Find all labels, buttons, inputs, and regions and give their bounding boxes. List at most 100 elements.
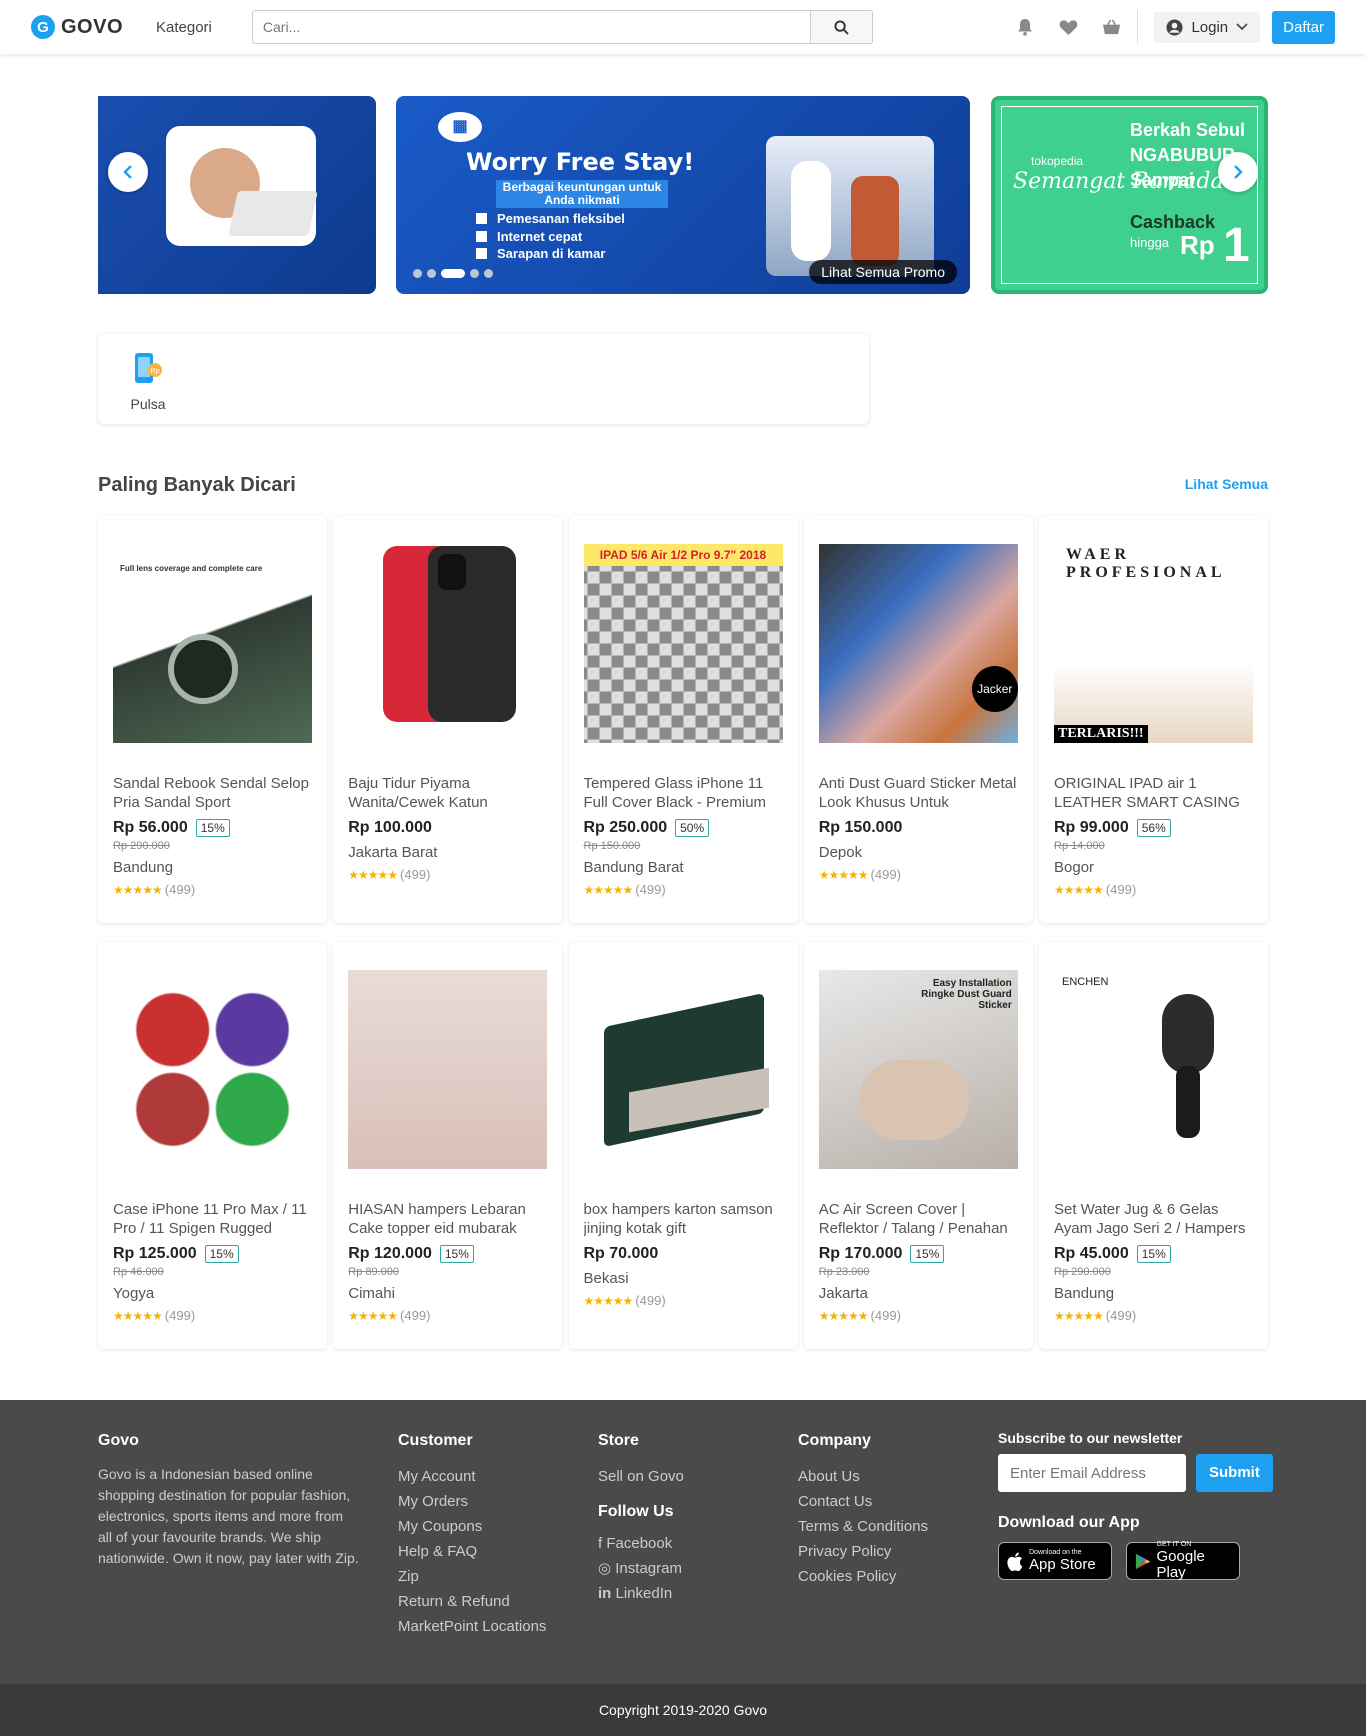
logo[interactable]: G GOVO [31,15,123,39]
product-image[interactable]: WAER PROFESIONAL TERLARIS!!! [1054,544,1253,743]
see-all-promo-button[interactable]: Lihat Semua Promo [809,260,957,284]
product-card[interactable]: HIASAN hampers Lebaran Cake topper eid m… [333,942,563,1349]
footer-link[interactable]: Sell on Govo [598,1464,684,1489]
basket-icon[interactable] [1101,17,1121,37]
carousel-next-button[interactable] [1218,152,1258,192]
linkedin-link[interactable]: in LinkedIn [598,1581,684,1606]
product-name[interactable]: Set Water Jug & 6 Gelas Ayam Jago Seri 2… [1054,1200,1253,1238]
category-pulsa[interactable]: Rp Pulsa [123,352,173,412]
banner-laptop-image [228,191,318,236]
rating-count: (499) [1105,1308,1137,1323]
google-play-button[interactable]: GET IT ON Google Play [1126,1541,1240,1581]
promo-banner-2[interactable]: ▦ Worry Free Stay! Berbagai keuntungan u… [396,96,970,294]
product-card[interactable]: Case iPhone 11 Pro Max / 11 Pro / 11 Spi… [98,942,327,1349]
bell-icon[interactable] [1015,17,1035,37]
product-name[interactable]: ORIGINAL IPAD air 1 LEATHER SMART CASING [1054,774,1253,812]
star-icon: ★★★★★ [113,882,163,897]
newsletter-email-input[interactable] [998,1454,1186,1492]
app-store-button[interactable]: Download on the App Store [998,1542,1112,1580]
rating-count: (499) [164,1308,196,1323]
old-price: Rp 290.000 [113,840,170,852]
instagram-link[interactable]: ◎ Instagram [598,1556,684,1581]
footer-link[interactable]: MarketPoint Locations [398,1614,546,1639]
footer-link[interactable]: About Us [798,1464,928,1489]
product-image[interactable]: Jacker [818,544,1018,743]
carousel-dot[interactable] [427,269,436,278]
product-price: Rp 120.000 [348,1245,432,1262]
product-price: Rp 170.000 [818,1245,903,1262]
apple-icon [1007,1552,1023,1571]
footer-link[interactable]: Help & FAQ [398,1539,546,1564]
product-name[interactable]: box hampers karton samson jinjing kotak … [584,1200,783,1238]
product-card[interactable]: Baju Tidur Piyama Wanita/Cewek Katun Rp … [333,516,563,923]
promo-banner-1[interactable] [98,96,376,294]
chevron-right-icon [1234,165,1243,179]
footer-link[interactable]: Terms & Conditions [798,1514,928,1539]
product-image[interactable]: IPAD 5/6 Air 1/2 Pro 9.7" 2018 [583,544,783,743]
product-rating: ★★★★★ (499) [113,882,312,897]
heart-icon[interactable] [1058,17,1078,37]
footer-link[interactable]: Cookies Policy [798,1564,928,1589]
star-icon: ★★★★★ [1054,882,1104,897]
product-image[interactable]: Easy Installation Ringke Dust Guard Stic… [818,970,1018,1169]
kategori-menu[interactable]: Kategori [156,19,212,36]
search-input[interactable] [252,11,810,43]
product-price: Rp 100.000 [348,819,432,836]
checkbox-icon [476,213,487,224]
product-name[interactable]: Tempered Glass iPhone 11 Full Cover Blac… [584,774,783,812]
carousel-dot-active[interactable] [441,269,465,278]
product-location: Depok [818,844,863,861]
footer-link[interactable]: Privacy Policy [798,1539,928,1564]
footer-link[interactable]: My Coupons [398,1514,546,1539]
register-button[interactable]: Daftar [1272,10,1335,44]
promo-banner-3[interactable]: tokopedia Semangat Ramadan Berkah Sebul … [991,96,1268,294]
footer-link[interactable]: My Account [398,1464,546,1489]
product-rating: ★★★★★ (499) [819,1308,1018,1323]
banner-line: Berkah Sebul [1130,120,1246,140]
search-button[interactable] [809,11,872,43]
product-name[interactable]: HIASAN hampers Lebaran Cake topper eid m… [348,1200,547,1238]
product-card[interactable]: IPAD 5/6 Air 1/2 Pro 9.7" 2018 Tempered … [568,516,798,923]
footer-link[interactable]: Return & Refund [398,1589,546,1614]
facebook-link[interactable]: f Facebook [598,1531,684,1556]
carousel-dot[interactable] [413,269,422,278]
product-card[interactable]: Jacker Anti Dust Guard Sticker Metal Loo… [803,516,1033,923]
product-name[interactable]: Baju Tidur Piyama Wanita/Cewek Katun [348,774,547,812]
product-image[interactable] [583,970,783,1169]
product-image[interactable] [348,970,548,1169]
footer-link[interactable]: My Orders [398,1489,546,1514]
product-name[interactable]: Anti Dust Guard Sticker Metal Look Khusu… [819,774,1018,812]
carousel-prev-button[interactable] [108,152,148,192]
see-all-link[interactable]: Lihat Semua [1185,476,1268,492]
carousel-dot[interactable] [484,269,493,278]
product-name[interactable]: Sandal Rebook Sendal Selop Pria Sandal S… [113,774,312,812]
product-image[interactable]: ENCHEN [1054,970,1253,1169]
login-button[interactable]: Login [1154,11,1261,43]
product-price: Rp 150.000 [818,819,903,836]
carousel-dot[interactable] [470,269,479,278]
product-location: Cimahi [348,1285,395,1302]
product-card[interactable]: Easy Installation Ringke Dust Guard Stic… [803,942,1033,1349]
footer-link[interactable]: Contact Us [798,1489,928,1514]
footer-link[interactable]: Zip [398,1564,546,1589]
product-card[interactable]: WAER PROFESIONAL TERLARIS!!! ORIGINAL IPA… [1039,516,1268,923]
discount-badge: 50% [675,819,710,837]
product-name[interactable]: AC Air Screen Cover | Reflektor / Talang… [819,1200,1018,1238]
category-panel: Rp Pulsa [98,334,869,424]
product-card[interactable]: box hampers karton samson jinjing kotak … [568,942,798,1349]
product-card[interactable]: ENCHEN Set Water Jug & 6 Gelas Ayam Jago… [1039,942,1268,1349]
product-card[interactable]: Full lens coverage and complete care San… [98,516,327,923]
product-image[interactable] [348,544,548,743]
product-location: Bogor [1054,859,1095,876]
star-icon: ★★★★★ [583,882,634,897]
product-image[interactable]: Full lens coverage and complete care [113,544,312,743]
product-price: Rp 45.000 [1054,1245,1129,1262]
product-image[interactable] [113,970,312,1169]
newsletter-submit-button[interactable]: Submit [1196,1454,1273,1492]
chevron-down-icon [1236,23,1248,31]
product-price: Rp 99.000 [1054,819,1129,836]
product-name[interactable]: Case iPhone 11 Pro Max / 11 Pro / 11 Spi… [113,1200,312,1238]
rating-count: (499) [400,1308,431,1323]
footer-store: Store Sell on Govo Follow Us f Facebook … [598,1432,684,1606]
product-location: Jakarta [818,1285,868,1302]
